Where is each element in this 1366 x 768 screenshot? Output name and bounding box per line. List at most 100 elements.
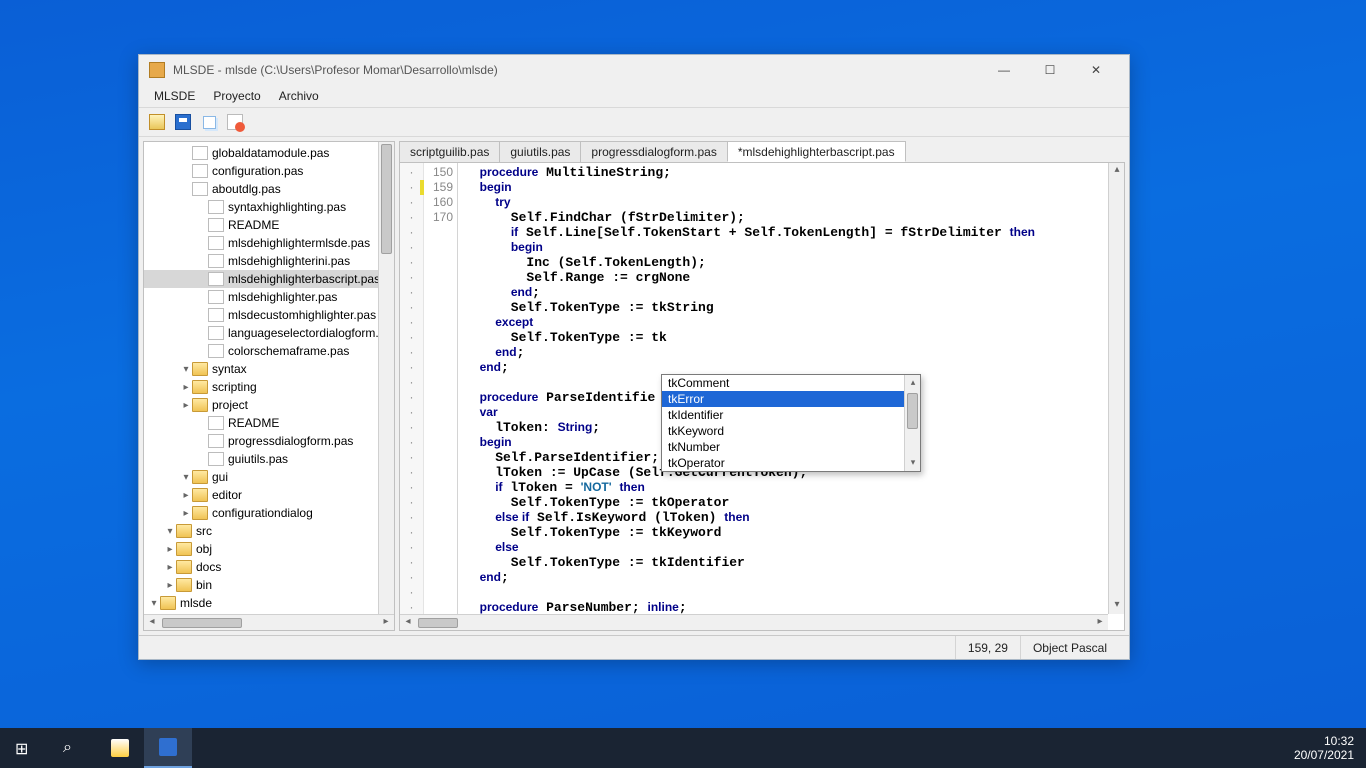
file-icon — [208, 452, 224, 466]
tree-item[interactable]: globaldatamodule.pas — [144, 144, 394, 162]
tree-item[interactable]: progressdialogform.pas — [144, 432, 394, 450]
expand-caret-icon[interactable]: ▸ — [180, 508, 192, 519]
completion-item[interactable]: tkKeyword — [662, 423, 920, 439]
tree-item[interactable]: ▸configurationdialog — [144, 504, 394, 522]
project-tree[interactable]: globaldatamodule.pas configuration.pas abo… — [144, 142, 394, 614]
code-completion-popup[interactable]: tkCommenttkErrortkIdentifiertkKeywordtkN… — [661, 374, 921, 472]
tree-item-label: mlsdehighlighterbascript.pas — [228, 272, 380, 286]
scroll-right-button[interactable]: ▸ — [378, 615, 394, 631]
expand-caret-icon[interactable]: ▸ — [180, 400, 192, 411]
completion-item[interactable]: tkOperator — [662, 455, 920, 471]
tree-item[interactable]: ▾ syntax — [144, 360, 394, 378]
tree-item-label: globaldatamodule.pas — [212, 146, 329, 160]
minimize-button[interactable]: — — [981, 55, 1027, 85]
scrollbar-thumb[interactable] — [418, 618, 458, 628]
expand-caret-icon[interactable]: ▸ — [164, 562, 176, 573]
scroll-left-button[interactable]: ◂ — [144, 615, 160, 631]
tree-item[interactable]: ▸project — [144, 396, 394, 414]
tree-item[interactable]: mlsdehighlightermlsde.pas — [144, 234, 394, 252]
scrollbar-thumb[interactable] — [907, 393, 918, 429]
search-button[interactable] — [48, 728, 96, 768]
tree-item[interactable]: README — [144, 216, 394, 234]
titlebar[interactable]: MLSDE - mlsde (C:\Users\Profesor Momar\D… — [139, 55, 1129, 85]
editor-tab[interactable]: scriptguilib.pas — [399, 141, 500, 162]
completion-item[interactable]: tkIdentifier — [662, 407, 920, 423]
maximize-button[interactable]: ☐ — [1027, 55, 1073, 85]
expand-caret-icon[interactable]: ▸ — [180, 382, 192, 393]
folder-icon — [176, 578, 192, 592]
fold-column[interactable]: ······························ — [400, 163, 424, 630]
expand-caret-icon[interactable]: ▸ — [164, 544, 176, 555]
tree-item[interactable]: ▸ bin — [144, 576, 394, 594]
scroll-right-button[interactable]: ▸ — [1092, 615, 1108, 631]
scrollbar-thumb[interactable] — [162, 618, 242, 628]
tree-item-label: aboutdlg.pas — [212, 182, 281, 196]
tree-item[interactable]: README — [144, 414, 394, 432]
taskbar-clock[interactable]: 10:32 20/07/2021 — [1282, 734, 1366, 762]
expand-caret-icon[interactable]: ▸ — [164, 580, 176, 591]
editor-vertical-scrollbar[interactable]: ▴ ▾ — [1108, 163, 1124, 614]
taskbar[interactable]: 10:32 20/07/2021 — [0, 728, 1366, 768]
scroll-up-button[interactable]: ▴ — [905, 375, 921, 391]
app-taskbar-button[interactable] — [144, 728, 192, 768]
scroll-down-button[interactable]: ▾ — [905, 455, 921, 471]
scroll-up-button[interactable]: ▴ — [1109, 163, 1125, 179]
tree-item[interactable]: ▸editor — [144, 486, 394, 504]
completion-item[interactable]: tkError — [662, 391, 920, 407]
tree-item-label: README — [228, 218, 279, 232]
toolbar-save-button[interactable] — [171, 110, 195, 134]
tree-item-label: obj — [196, 542, 212, 556]
completion-item[interactable]: tkComment — [662, 375, 920, 391]
tree-item-label: bin — [196, 578, 212, 592]
tree-vertical-scrollbar[interactable] — [378, 142, 394, 614]
tree-item[interactable]: configuration.pas — [144, 162, 394, 180]
expand-caret-icon[interactable]: ▾ — [148, 598, 160, 609]
tree-item[interactable]: ▾src — [144, 522, 394, 540]
file-explorer-button[interactable] — [96, 728, 144, 768]
tree-item[interactable]: mlsdehighlighter.pas — [144, 288, 394, 306]
line-number-gutter[interactable]: 150159160170 — [424, 163, 458, 630]
tree-item[interactable]: aboutdlg.pas — [144, 180, 394, 198]
tree-item[interactable]: languageselectordialogform.p — [144, 324, 394, 342]
app-icon — [159, 738, 177, 756]
expand-caret-icon[interactable]: ▸ — [180, 490, 192, 501]
completion-scrollbar[interactable]: ▴ ▾ — [904, 375, 920, 471]
scrollbar-thumb[interactable] — [381, 144, 392, 254]
editor-horizontal-scrollbar[interactable]: ◂ ▸ — [400, 614, 1108, 630]
menu-mlsde[interactable]: MLSDE — [145, 87, 204, 105]
toolbar-delete-button[interactable] — [223, 110, 247, 134]
file-icon — [192, 146, 208, 160]
tree-item[interactable]: ▸scripting — [144, 378, 394, 396]
tree-item-label: colorschemaframe.pas — [228, 344, 349, 358]
tree-item[interactable]: mlsdecustomhighlighter.pas — [144, 306, 394, 324]
tree-horizontal-scrollbar[interactable]: ◂ ▸ — [144, 614, 394, 630]
toolbar-open-button[interactable] — [145, 110, 169, 134]
completion-item[interactable]: tkNumber — [662, 439, 920, 455]
menu-proyecto[interactable]: Proyecto — [204, 87, 269, 105]
tree-item-label: progressdialogform.pas — [228, 434, 353, 448]
expand-caret-icon[interactable]: ▾ — [180, 364, 192, 375]
toolbar-copy-button[interactable] — [197, 110, 221, 134]
tree-item[interactable]: mlsdehighlighterini.pas — [144, 252, 394, 270]
start-button[interactable] — [0, 728, 48, 768]
tree-item[interactable]: ▸docs — [144, 558, 394, 576]
close-button[interactable]: ✕ — [1073, 55, 1119, 85]
tree-item-label: syntax — [212, 362, 247, 376]
tree-item[interactable]: mlsdehighlighterbascript.pas — [144, 270, 394, 288]
tree-item[interactable]: syntaxhighlighting.pas — [144, 198, 394, 216]
editor-tab[interactable]: guiutils.pas — [499, 141, 581, 162]
editor-tab[interactable]: progressdialogform.pas — [580, 141, 727, 162]
tree-item[interactable]: ▸ obj — [144, 540, 394, 558]
menu-archivo[interactable]: Archivo — [270, 87, 328, 105]
expand-caret-icon[interactable]: ▾ — [180, 472, 192, 483]
workarea: globaldatamodule.pas configuration.pas abo… — [139, 137, 1129, 635]
tree-item[interactable]: ▾gui — [144, 468, 394, 486]
folder-icon — [176, 524, 192, 538]
tree-item[interactable]: colorschemaframe.pas — [144, 342, 394, 360]
scroll-left-button[interactable]: ◂ — [400, 615, 416, 631]
editor-tab[interactable]: *mlsdehighlighterbascript.pas — [727, 141, 906, 162]
expand-caret-icon[interactable]: ▾ — [164, 526, 176, 537]
tree-item[interactable]: guiutils.pas — [144, 450, 394, 468]
scroll-down-button[interactable]: ▾ — [1109, 598, 1125, 614]
tree-item[interactable]: ▾mlsde — [144, 594, 394, 612]
